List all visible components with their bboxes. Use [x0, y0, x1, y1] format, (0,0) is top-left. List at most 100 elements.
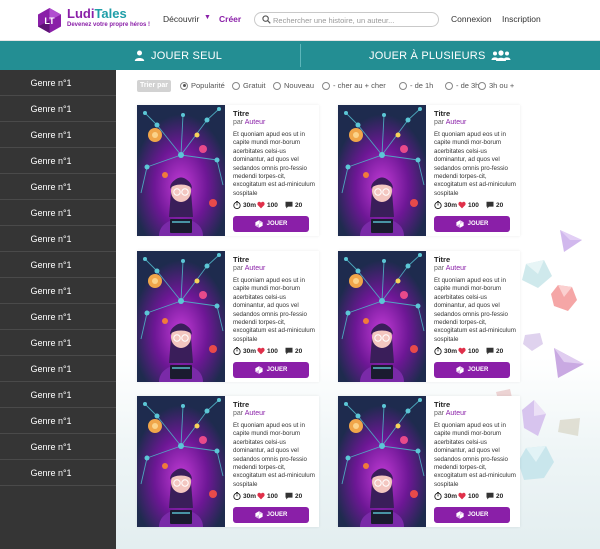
- genre-item[interactable]: Genre n°1: [0, 278, 116, 304]
- genre-item[interactable]: Genre n°1: [0, 304, 116, 330]
- play-mode-bar: JOUER SEUL JOUER À PLUSIEURS: [0, 41, 600, 70]
- genre-item[interactable]: Genre n°1: [0, 252, 116, 278]
- play-story-button[interactable]: JOUER: [434, 507, 510, 523]
- sort-option[interactable]: Popularité: [180, 81, 225, 90]
- brand-part1: Ludi: [67, 6, 95, 21]
- story-author-link[interactable]: Auteur: [245, 410, 266, 417]
- genre-item[interactable]: Genre n°1: [0, 96, 116, 122]
- brand-tagline: Devenez votre propre héros !: [67, 22, 151, 28]
- genre-item[interactable]: Genre n°1: [0, 226, 116, 252]
- brand-part2: Tales: [94, 6, 127, 21]
- story-title[interactable]: Titre: [233, 109, 249, 118]
- play-button-label: JOUER: [266, 367, 288, 373]
- comments-value: 20: [295, 492, 303, 500]
- play-multi-tab[interactable]: JOUER À PLUSIEURS: [369, 41, 511, 70]
- genre-item[interactable]: Genre n°1: [0, 174, 116, 200]
- sort-option[interactable]: - cher au + cher: [322, 81, 386, 90]
- radio-button[interactable]: [478, 81, 486, 90]
- radio-button[interactable]: [399, 81, 407, 90]
- genre-item[interactable]: Genre n°1: [0, 434, 116, 460]
- search-box[interactable]: [254, 12, 439, 27]
- story-title[interactable]: Titre: [233, 255, 249, 264]
- svg-text:LT: LT: [44, 16, 55, 26]
- story-card[interactable]: Titre par Auteur Et quoniam apud eos ut …: [137, 105, 319, 236]
- crystal-decoration-icon: [522, 400, 546, 436]
- play-story-button[interactable]: JOUER: [233, 507, 309, 523]
- story-card[interactable]: Titre par Auteur Et quoniam apud eos ut …: [137, 396, 319, 527]
- sort-option[interactable]: - de 3h: [445, 81, 479, 90]
- radio-button[interactable]: [322, 81, 330, 90]
- brand-name[interactable]: LudiTales: [67, 7, 127, 21]
- story-card[interactable]: Titre par Auteur Et quoniam apud eos ut …: [338, 251, 520, 382]
- genre-item[interactable]: Genre n°1: [0, 356, 116, 382]
- story-author-link[interactable]: Auteur: [446, 265, 467, 272]
- genre-item[interactable]: Genre n°1: [0, 200, 116, 226]
- sort-option-label: Nouveau: [284, 81, 315, 90]
- story-cover[interactable]: [137, 396, 225, 527]
- play-story-button[interactable]: JOUER: [233, 362, 309, 378]
- sort-option[interactable]: Nouveau: [273, 81, 314, 90]
- story-author-link[interactable]: Auteur: [446, 410, 467, 417]
- dice-icon: [255, 366, 263, 374]
- sort-option[interactable]: Gratuit: [232, 81, 266, 90]
- play-solo-label: JOUER SEUL: [151, 49, 223, 62]
- sort-option[interactable]: 3h ou +: [478, 81, 514, 90]
- story-card[interactable]: Titre par Auteur Et quoniam apud eos ut …: [137, 251, 319, 382]
- crystal-decoration-icon: [554, 348, 584, 378]
- genre-item[interactable]: Genre n°1: [0, 70, 116, 96]
- radio-button[interactable]: [445, 81, 453, 90]
- likes-value: 100: [267, 347, 278, 355]
- mode-divider: [300, 44, 301, 67]
- nav-discover-link[interactable]: Découvrir: [163, 14, 199, 24]
- play-solo-tab[interactable]: JOUER SEUL: [134, 41, 222, 70]
- genre-item[interactable]: Genre n°1: [0, 122, 116, 148]
- story-author-line: par Auteur: [233, 265, 265, 272]
- story-cover-image: [137, 251, 225, 382]
- nav-create-link[interactable]: Créer: [219, 14, 241, 24]
- play-story-button[interactable]: JOUER: [434, 362, 510, 378]
- duration-value: 30m: [444, 201, 458, 209]
- story-cover[interactable]: [137, 105, 225, 236]
- comments-stat: 20: [486, 201, 503, 209]
- by-label: par: [233, 410, 244, 417]
- story-stats: 30m 100 20: [233, 492, 317, 502]
- radio-button[interactable]: [232, 81, 240, 90]
- story-card[interactable]: Titre par Auteur Et quoniam apud eos ut …: [338, 105, 520, 236]
- story-cover-image: [338, 105, 426, 236]
- story-title[interactable]: Titre: [233, 400, 249, 409]
- play-story-button[interactable]: JOUER: [233, 216, 309, 232]
- duration-stat: 30m: [233, 201, 256, 209]
- ludi-tales-logo[interactable]: LT: [36, 7, 63, 34]
- story-cover[interactable]: [338, 251, 426, 382]
- story-description: Et quoniam apud eos ut in capite mundi m…: [434, 422, 516, 488]
- story-author-link[interactable]: Auteur: [446, 119, 467, 126]
- story-cover[interactable]: [338, 105, 426, 236]
- story-title[interactable]: Titre: [434, 255, 450, 264]
- play-button-label: JOUER: [467, 221, 489, 227]
- caret-down-icon[interactable]: ▼: [204, 14, 211, 21]
- story-cover[interactable]: [137, 251, 225, 382]
- genre-item[interactable]: Genre n°1: [0, 148, 116, 174]
- by-label: par: [434, 265, 445, 272]
- dice-icon: [456, 366, 464, 374]
- genre-item[interactable]: Genre n°1: [0, 460, 116, 486]
- story-title[interactable]: Titre: [434, 400, 450, 409]
- genre-sidebar: Genre n°1 Genre n°1 Genre n°1 Genre n°1 Genr…: [0, 70, 116, 549]
- play-story-button[interactable]: JOUER: [434, 216, 510, 232]
- story-cover[interactable]: [338, 396, 426, 527]
- sort-option[interactable]: - de 1h: [399, 81, 433, 90]
- genre-item[interactable]: Genre n°1: [0, 330, 116, 356]
- search-input[interactable]: [273, 14, 433, 26]
- genre-item[interactable]: Genre n°1: [0, 382, 116, 408]
- story-author-link[interactable]: Auteur: [245, 119, 266, 126]
- radio-button[interactable]: [180, 81, 188, 90]
- story-author-link[interactable]: Auteur: [245, 265, 266, 272]
- radio-button[interactable]: [273, 81, 281, 90]
- story-stats: 30m 100 20: [434, 492, 518, 502]
- timer-icon: [233, 201, 241, 209]
- genre-item[interactable]: Genre n°1: [0, 408, 116, 434]
- story-card[interactable]: Titre par Auteur Et quoniam apud eos ut …: [338, 396, 520, 527]
- login-link[interactable]: Connexion: [451, 14, 492, 24]
- story-title[interactable]: Titre: [434, 109, 450, 118]
- signup-link[interactable]: Inscription: [502, 14, 541, 24]
